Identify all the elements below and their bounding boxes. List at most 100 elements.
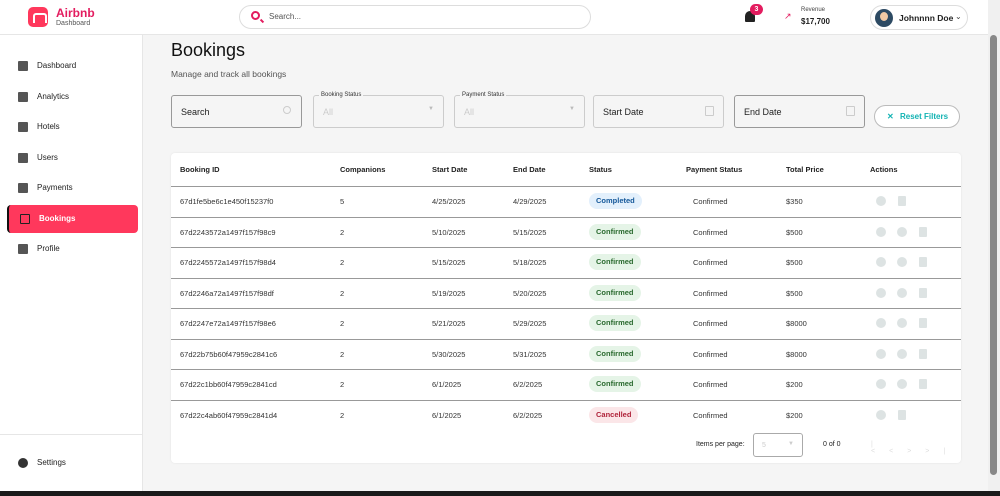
status-badge: Confirmed bbox=[589, 284, 641, 301]
status-badge: Cancelled bbox=[589, 406, 639, 423]
sidebar-item-analytics[interactable]: Analytics bbox=[7, 83, 138, 111]
sidebar-item-label: Dashboard bbox=[37, 61, 77, 70]
view-icon[interactable] bbox=[876, 348, 886, 359]
table-cell: 4/25/2025 bbox=[432, 197, 466, 206]
reset-filters-button[interactable]: ✕ Reset Filters bbox=[874, 105, 960, 128]
calendar-icon[interactable] bbox=[705, 106, 714, 116]
view-icon[interactable] bbox=[876, 318, 886, 328]
global-search-input[interactable]: Search... bbox=[239, 5, 591, 29]
table-row: 67d2247e72a1497f157f98e6 2 5/21/2025 5/29/2… bbox=[171, 308, 961, 338]
dropdown-arrow-icon: ▼ bbox=[569, 106, 575, 112]
cancel-icon[interactable] bbox=[897, 226, 907, 237]
trash-icon[interactable] bbox=[898, 196, 906, 206]
trash-icon[interactable] bbox=[919, 257, 927, 267]
table-cell: 2 bbox=[340, 288, 345, 298]
table-cell: 6/1/2025 bbox=[432, 410, 462, 420]
column-header: End Date bbox=[513, 165, 546, 174]
scrollbar[interactable] bbox=[988, 0, 1000, 491]
page-subtitle: Manage and track all bookings bbox=[171, 69, 287, 79]
table-cell: 4/29/2025 bbox=[513, 197, 547, 206]
table-cell: 5/10/2025 bbox=[432, 227, 466, 237]
table-cell: $200 bbox=[786, 410, 803, 420]
column-header: Total Price bbox=[786, 165, 824, 174]
view-icon[interactable] bbox=[876, 196, 886, 206]
sidebar-item-label: Users bbox=[37, 152, 58, 162]
items-per-page-select[interactable]: 5 ▼ bbox=[753, 433, 803, 457]
table-row: 67d2243572a1497f157f98c9 2 5/10/2025 5/15/2… bbox=[171, 216, 961, 247]
users-icon bbox=[18, 152, 28, 163]
cancel-icon[interactable] bbox=[897, 287, 907, 298]
reset-label: Reset Filters bbox=[900, 112, 949, 121]
user-menu-button[interactable]: Johnnnn Doe ⌄ bbox=[870, 5, 968, 30]
payment-status-select[interactable]: Payment Status All ▼ bbox=[454, 92, 585, 128]
table-cell: $500 bbox=[786, 288, 803, 298]
scrollbar-thumb[interactable] bbox=[990, 35, 997, 475]
notification-badge: 3 bbox=[750, 4, 763, 15]
table-cell: 2 bbox=[340, 349, 345, 359]
view-icon[interactable] bbox=[876, 379, 886, 389]
start-date-input[interactable]: Start Date bbox=[593, 95, 724, 128]
table-cell: $8000 bbox=[786, 319, 807, 328]
sidebar-item-label: Payments bbox=[37, 183, 73, 192]
cancel-icon[interactable] bbox=[897, 318, 907, 328]
search-input[interactable]: Search bbox=[171, 95, 302, 128]
trash-icon[interactable] bbox=[919, 379, 927, 389]
table-cell: $8000 bbox=[786, 349, 807, 359]
sidebar-item-settings[interactable]: Settings bbox=[7, 449, 138, 477]
calendar-icon bbox=[20, 213, 30, 224]
sidebar-item-payments[interactable]: Payments bbox=[7, 174, 138, 202]
table-cell: Confirmed bbox=[693, 258, 728, 267]
view-icon[interactable] bbox=[876, 257, 886, 267]
table-cell: Confirmed bbox=[693, 227, 728, 237]
cancel-icon[interactable] bbox=[897, 257, 907, 267]
items-per-page-label: Items per page: bbox=[696, 441, 745, 448]
view-icon[interactable] bbox=[876, 226, 886, 237]
prev-page-icon[interactable]: < bbox=[889, 448, 907, 455]
trash-icon[interactable] bbox=[919, 318, 927, 328]
table-cell: 2 bbox=[340, 410, 345, 420]
table-cell: 67d2247e72a1497f157f98e6 bbox=[180, 319, 276, 328]
sidebar-item-profile[interactable]: Profile bbox=[7, 235, 138, 263]
table-cell: 5/19/2025 bbox=[432, 288, 466, 298]
avatar bbox=[875, 9, 893, 27]
table-cell: 6/2/2025 bbox=[513, 380, 543, 389]
trash-icon[interactable] bbox=[898, 409, 906, 420]
trash-icon[interactable] bbox=[919, 226, 927, 237]
brand-subtitle: Dashboard bbox=[56, 20, 91, 27]
search-icon bbox=[283, 106, 291, 114]
table-cell: 2 bbox=[340, 258, 345, 267]
end-date-input[interactable]: End Date bbox=[734, 95, 865, 128]
column-header: Start Date bbox=[432, 165, 468, 174]
calendar-icon[interactable] bbox=[846, 106, 855, 116]
first-page-icon[interactable]: |< bbox=[871, 441, 889, 455]
table-row: 67d2246a72a1497f157f98df 2 5/19/2025 5/20/2… bbox=[171, 277, 961, 308]
payments-icon bbox=[18, 183, 28, 193]
hotel-icon bbox=[18, 122, 28, 132]
revenue-label: Revenue bbox=[801, 7, 826, 13]
next-page-icon[interactable]: > bbox=[907, 448, 925, 455]
table-cell: 6/2/2025 bbox=[513, 410, 543, 420]
cancel-icon[interactable] bbox=[897, 379, 907, 389]
pagination-range: 0 of 0 bbox=[823, 441, 841, 448]
sidebar-item-hotels[interactable]: Hotels bbox=[7, 113, 138, 141]
booking-status-select[interactable]: Booking Status All ▼ bbox=[313, 92, 444, 128]
view-icon[interactable] bbox=[876, 287, 886, 298]
sidebar-item-bookings[interactable]: Bookings bbox=[7, 204, 138, 233]
bookings-table: Items per page: 5 ▼ 0 of 0 |<<>>| Booking… bbox=[171, 153, 961, 463]
sidebar-item-dashboard[interactable]: Dashboard bbox=[7, 52, 138, 80]
top-header: Airbnb Dashboard Search... 3 ↗ Revenue $… bbox=[0, 0, 988, 35]
close-icon: ✕ bbox=[887, 112, 894, 121]
last-page-icon[interactable]: >| bbox=[925, 448, 959, 455]
table-cell: Confirmed bbox=[693, 288, 728, 298]
table-cell: 2 bbox=[340, 227, 345, 237]
search-placeholder: Search bbox=[181, 107, 210, 117]
table-cell: 5/21/2025 bbox=[432, 319, 466, 328]
sidebar-item-label: Analytics bbox=[37, 91, 70, 101]
field-value: All bbox=[464, 107, 475, 117]
view-icon[interactable] bbox=[876, 409, 886, 420]
trash-icon[interactable] bbox=[919, 348, 927, 359]
sidebar-item-users[interactable]: Users bbox=[7, 144, 138, 172]
pagination-controls: |<<>>| bbox=[871, 441, 961, 455]
cancel-icon[interactable] bbox=[897, 348, 907, 359]
trash-icon[interactable] bbox=[919, 287, 927, 298]
